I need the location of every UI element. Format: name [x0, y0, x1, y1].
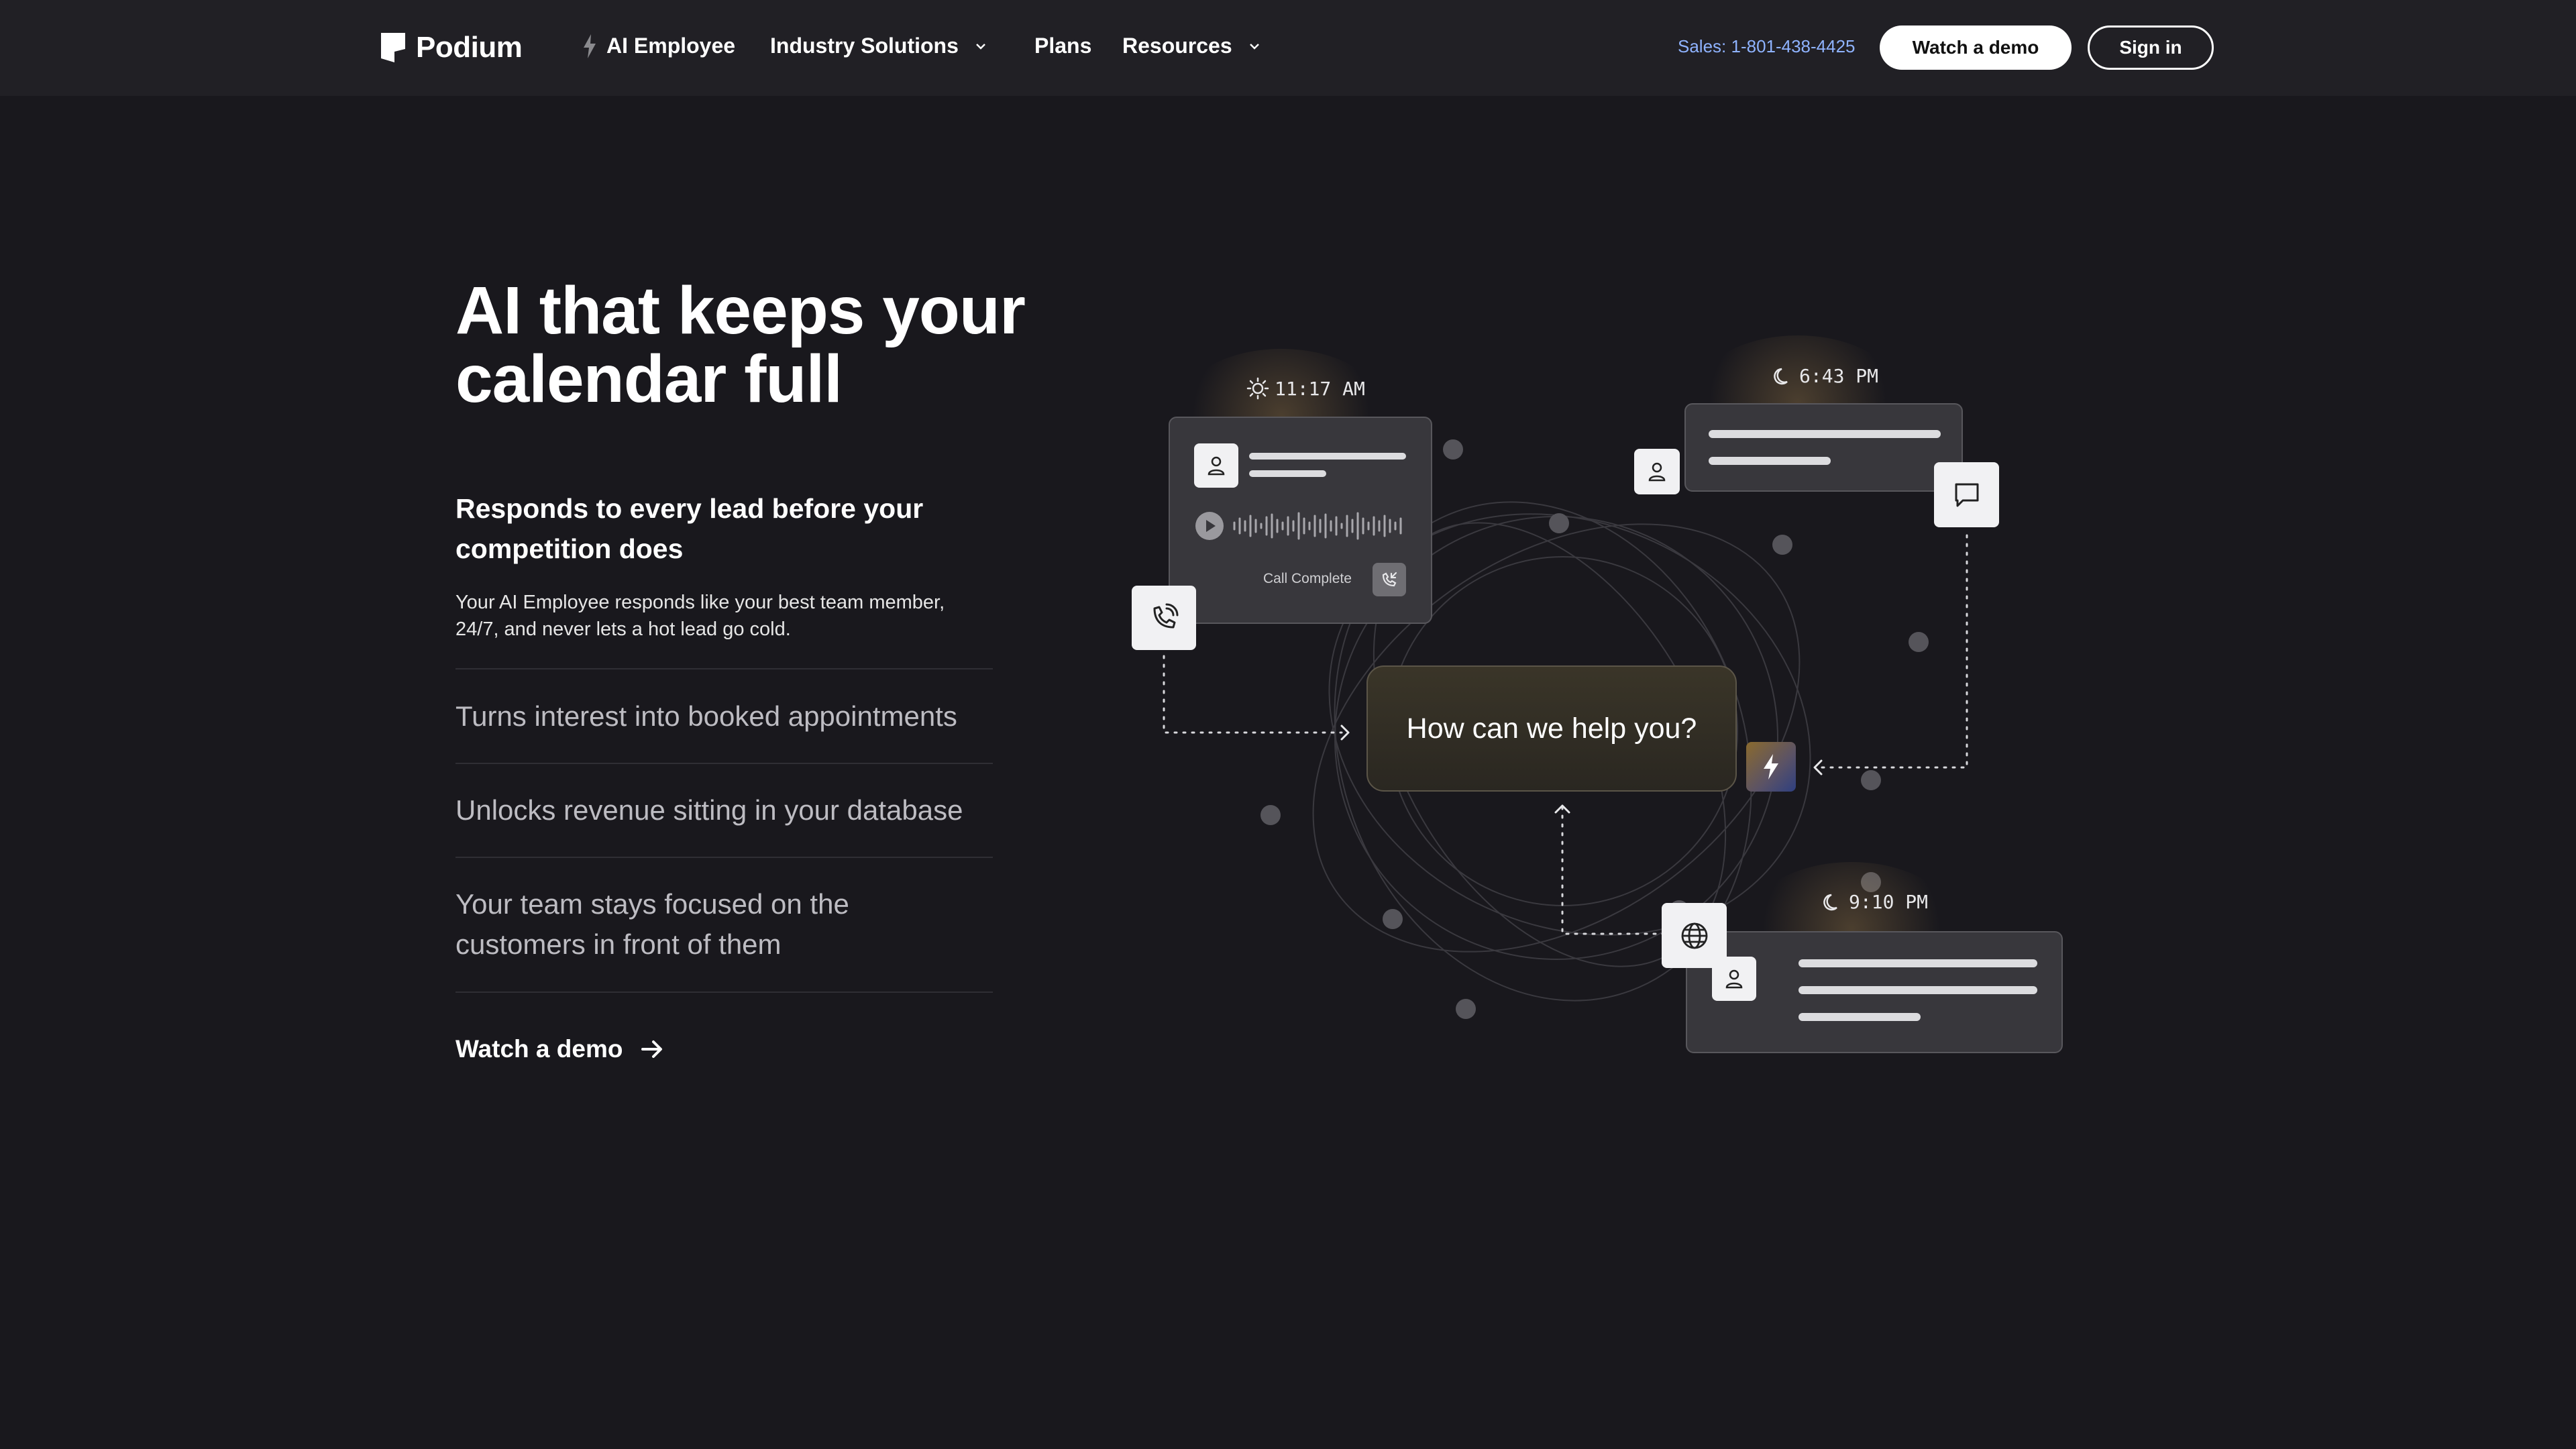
- chat-prompt-bubble: How can we help you?: [1366, 665, 1737, 792]
- divider: [455, 668, 993, 669]
- user-icon: [1208, 456, 1225, 476]
- sales-phone-link[interactable]: Sales: 1-801-438-4425: [1678, 36, 1856, 57]
- phone-icon-box: [1132, 586, 1196, 650]
- call-end-icon-box: [1373, 563, 1406, 596]
- ai-employee-illustration: 11:17 AM Call Complete 6:43 PM How can w…: [1073, 322, 2120, 1127]
- feature-item[interactable]: Your team stays focused on the customers…: [455, 884, 925, 965]
- nav-industry-label: Industry Solutions: [770, 34, 959, 58]
- divider: [455, 857, 993, 858]
- text-placeholder: [1799, 959, 2037, 967]
- message-card: [1684, 403, 1963, 492]
- text-placeholder: [1799, 1013, 1921, 1021]
- top-nav: Podium AI Employee Industry Solutions Pl…: [0, 0, 2576, 96]
- user-icon-box: [1194, 443, 1238, 488]
- hero-description: Your AI Employee responds like your best…: [455, 592, 945, 640]
- moon-icon: [1823, 894, 1837, 910]
- time-3-text: 9:10 PM: [1849, 891, 1929, 913]
- text-placeholder: [1249, 470, 1326, 477]
- arrow-right-icon: [641, 1040, 663, 1058]
- hero-title-line2: calendar full: [455, 341, 843, 417]
- podium-logo-icon: [381, 33, 405, 62]
- phone-end-icon: [1382, 572, 1397, 587]
- brand-name: Podium: [416, 31, 523, 64]
- sun-icon: [1246, 377, 1269, 400]
- nav-ai-employee[interactable]: AI Employee: [582, 34, 735, 58]
- nav-plans-label: Plans: [1034, 34, 1092, 58]
- nav-resources-label: Resources: [1122, 34, 1232, 58]
- hero-title: AI that keeps your calendar full: [455, 276, 1059, 413]
- hero-title-line1: AI that keeps your: [455, 273, 1026, 348]
- bolt-icon: [584, 34, 596, 58]
- nav-ai-employee-label: AI Employee: [606, 34, 736, 58]
- moon-icon: [1774, 368, 1788, 384]
- chevron-down-icon: [976, 43, 985, 50]
- phone-icon: [1153, 603, 1179, 629]
- chat-prompt-text: How can we help you?: [1406, 712, 1697, 745]
- chat-icon: [1955, 483, 1978, 506]
- nav-industry-solutions[interactable]: Industry Solutions: [770, 34, 988, 58]
- divider: [455, 991, 993, 993]
- globe-icon: [1681, 922, 1707, 949]
- audio-waveform: [1233, 512, 1402, 540]
- time-label: 9:10 PM: [1822, 891, 1928, 913]
- user-icon: [1725, 969, 1743, 989]
- nav-plans[interactable]: Plans: [1034, 34, 1091, 58]
- call-card: Call Complete: [1169, 417, 1432, 624]
- feature-item[interactable]: Turns interest into booked appointments: [455, 696, 993, 737]
- text-placeholder: [1709, 457, 1831, 465]
- bolt-icon: [1764, 754, 1778, 780]
- call-status: Call Complete: [1263, 571, 1352, 586]
- hero-subhead: Responds to every lead before your compe…: [455, 493, 924, 564]
- play-icon[interactable]: [1194, 511, 1225, 541]
- chevron-down-icon: [1249, 43, 1259, 50]
- text-placeholder: [1709, 430, 1941, 438]
- sign-in-button[interactable]: Sign in: [2088, 25, 2214, 70]
- divider: [455, 763, 993, 764]
- watch-demo-link[interactable]: Watch a demo: [455, 1035, 665, 1063]
- watch-demo-link-label: Watch a demo: [455, 1035, 623, 1063]
- user-icon-box: [1634, 449, 1680, 494]
- user-icon: [1648, 462, 1666, 482]
- time-1-text: 11:17 AM: [1275, 377, 1365, 400]
- nav-resources[interactable]: Resources: [1122, 34, 1262, 58]
- chat-icon-box: [1934, 462, 1999, 527]
- globe-icon-box: [1662, 903, 1727, 968]
- text-placeholder: [1799, 986, 2037, 994]
- time-label: 11:17 AM: [1246, 377, 1365, 400]
- time-2-text: 6:43 PM: [1799, 365, 1879, 387]
- text-placeholder: [1249, 453, 1406, 460]
- podium-logo[interactable]: Podium: [380, 31, 523, 64]
- watch-demo-button[interactable]: Watch a demo: [1880, 25, 2072, 70]
- time-label: 6:43 PM: [1772, 365, 1878, 387]
- ai-bolt-badge: [1746, 742, 1796, 792]
- feature-item[interactable]: Unlocks revenue sitting in your database: [455, 790, 993, 830]
